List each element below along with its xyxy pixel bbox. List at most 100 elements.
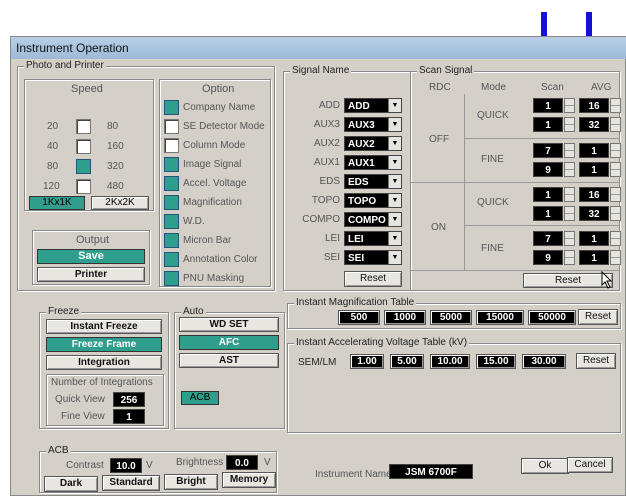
ok-button[interactable]: Ok [521,458,569,474]
avg-spinner[interactable] [610,250,621,265]
signal-dropdown-lei[interactable]: LEI ▼ [344,231,402,246]
avg-value-on-quick-2[interactable]: 32 [579,206,609,221]
mode-fine-on: FINE [481,243,504,254]
option-checkbox-column-mode[interactable] [164,138,179,153]
cancel-button[interactable]: Cancel [567,457,613,473]
voltage-preset-30[interactable]: 30.00 [522,354,566,369]
scan-value-off-fine-1[interactable]: 7 [533,143,563,158]
speed-checkbox-1[interactable] [76,139,91,154]
scan-value-off-quick-1[interactable]: 1 [533,98,563,113]
voltage-preset-1[interactable]: 1.00 [350,354,384,369]
scan-spinner[interactable] [564,117,575,132]
integration-button[interactable]: Integration [46,355,162,370]
bright-button[interactable]: Bright [164,474,218,490]
signal-name-title: Signal Name [290,65,352,77]
speed-checkbox-3[interactable] [76,179,91,194]
scan-value-on-fine-2[interactable]: 9 [533,250,563,265]
mag-preset-5000[interactable]: 5000 [430,310,472,325]
chevron-down-icon: ▼ [388,118,401,131]
printer-button[interactable]: Printer [37,267,145,282]
option-checkbox-se-detector[interactable] [164,119,179,134]
signal-dropdown-aux1[interactable]: AUX1 ▼ [344,155,402,170]
scan-spinner[interactable] [564,250,575,265]
scan-spinner[interactable] [564,206,575,221]
avg-value-on-fine-2[interactable]: 1 [579,250,609,265]
scan-value-on-quick-2[interactable]: 1 [533,206,563,221]
signal-label-topo: TOPO [311,195,340,206]
scan-value-on-fine-1[interactable]: 7 [533,231,563,246]
speed-checkbox-2[interactable] [76,159,91,174]
scan-spinner[interactable] [564,162,575,177]
option-checkbox-accel-voltage[interactable] [164,176,179,191]
instant-freeze-button[interactable]: Instant Freeze [46,319,162,334]
ast-button[interactable]: AST [179,353,279,368]
quick-view-value[interactable]: 256 [113,392,145,407]
signal-dropdown-topo[interactable]: TOPO ▼ [344,193,402,208]
signal-dropdown-compo[interactable]: COMPO ▼ [344,212,402,227]
scan-value-on-quick-1[interactable]: 1 [533,187,563,202]
avg-spinner[interactable] [610,187,621,202]
scan-spinner[interactable] [564,143,575,158]
scan-value-off-fine-2[interactable]: 9 [533,162,563,177]
acb-auto-button[interactable]: ACB [181,391,219,405]
memory-button[interactable]: Memory [222,472,276,488]
signal-dropdown-aux3[interactable]: AUX3 ▼ [344,117,402,132]
avg-value-on-fine-1[interactable]: 1 [579,231,609,246]
avg-value-off-fine-2[interactable]: 1 [579,162,609,177]
output-group: Output Save Printer [32,230,150,285]
voltage-preset-10[interactable]: 10.00 [430,354,470,369]
instrument-operation-window: Instrument Operation Photo and Printer S… [10,36,626,496]
mag-preset-15000[interactable]: 15000 [476,310,524,325]
mag-reset-button[interactable]: Reset [578,309,618,325]
signal-dropdown-add[interactable]: ADD ▼ [344,98,402,113]
fine-view-value[interactable]: 1 [113,409,145,424]
voltage-preset-5[interactable]: 5.00 [390,354,424,369]
avg-value-off-quick-1[interactable]: 16 [579,98,609,113]
freeze-frame-button[interactable]: Freeze Frame [46,337,162,352]
dark-button[interactable]: Dark [44,476,98,492]
option-label-magnification: Magnification [183,197,242,208]
signal-reset-button[interactable]: Reset [344,271,402,287]
signal-dropdown-aux2[interactable]: AUX2 ▼ [344,136,402,151]
brightness-value[interactable]: 0.0 [226,455,258,470]
option-checkbox-magnification[interactable] [164,195,179,210]
mag-preset-50000[interactable]: 50000 [528,310,576,325]
wd-set-button[interactable]: WD SET [179,317,279,332]
voltage-reset-button[interactable]: Reset [576,353,616,369]
signal-dropdown-eds[interactable]: EDS ▼ [344,174,402,189]
signal-label-aux3: AUX3 [313,119,340,130]
option-checkbox-annotation-color[interactable] [164,252,179,267]
option-checkbox-pnu-masking[interactable] [164,271,179,286]
avg-spinner[interactable] [610,206,621,221]
save-button[interactable]: Save [37,249,145,264]
avg-spinner[interactable] [610,98,621,113]
option-checkbox-wd[interactable] [164,214,179,229]
avg-value-off-fine-1[interactable]: 1 [579,143,609,158]
avg-spinner[interactable] [610,231,621,246]
voltage-preset-15[interactable]: 15.00 [476,354,516,369]
mag-preset-1000[interactable]: 1000 [384,310,426,325]
scan-spinner[interactable] [564,187,575,202]
afc-button[interactable]: AFC [179,335,279,350]
avg-value-on-quick-1[interactable]: 16 [579,187,609,202]
acb-group: ACB Contrast 10.0 V Brightness 0.0 V Dar… [39,445,277,493]
option-checkbox-image-signal[interactable] [164,157,179,172]
scan-value-off-quick-2[interactable]: 1 [533,117,563,132]
option-checkbox-micron-bar[interactable] [164,233,179,248]
resolution-2kx2k-button[interactable]: 2Kx2K [91,196,149,210]
avg-spinner[interactable] [610,162,621,177]
mag-preset-500[interactable]: 500 [338,310,380,325]
speed-checkbox-0[interactable] [76,119,91,134]
contrast-value[interactable]: 10.0 [110,458,142,473]
option-checkbox-company-name[interactable] [164,100,179,115]
avg-spinner[interactable] [610,143,621,158]
signal-value-aux2: AUX2 [348,139,375,150]
avg-spinner[interactable] [610,117,621,132]
scan-spinner[interactable] [564,231,575,246]
scan-spinner[interactable] [564,98,575,113]
scan-reset-button[interactable]: Reset [523,273,613,288]
signal-dropdown-sei[interactable]: SEI ▼ [344,250,402,265]
avg-value-off-quick-2[interactable]: 32 [579,117,609,132]
standard-button[interactable]: Standard [102,475,160,491]
resolution-1kx1k-button[interactable]: 1Kx1K [29,196,85,210]
